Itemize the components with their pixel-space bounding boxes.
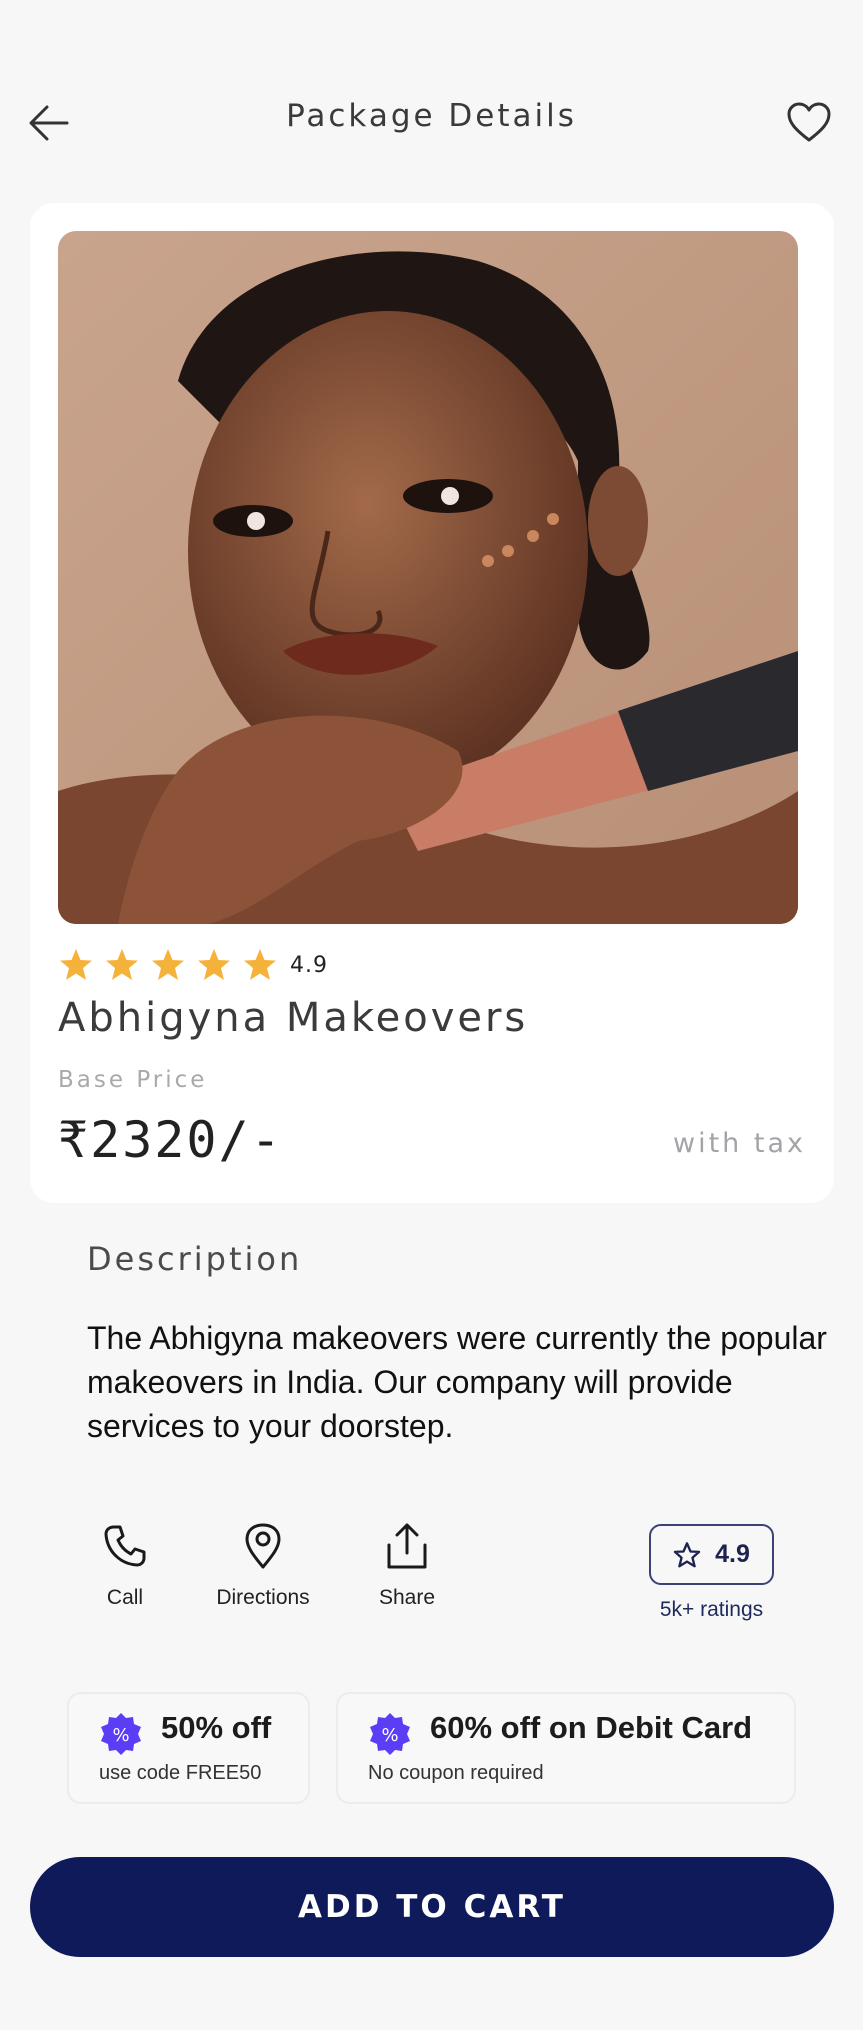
call-label: Call [106, 1586, 144, 1609]
star-icon [198, 949, 230, 980]
quick-actions: Call Directions Share [60, 1520, 460, 1640]
call-button[interactable]: Call [60, 1520, 190, 1610]
product-price: ₹2320/- [58, 1111, 283, 1169]
star-icon [152, 949, 184, 980]
product-name: Abhigyna Makeovers [58, 995, 529, 1041]
star-icon [60, 949, 92, 980]
description-text: The Abhigyna makeovers were currently th… [87, 1320, 827, 1444]
ratings-count: 5k+ ratings [659, 1598, 764, 1621]
discount-badge-icon: % [370, 1713, 410, 1755]
share-icon [387, 1523, 427, 1569]
product-card: 4.9 Abhigyna Makeovers Base Price ₹2320/… [30, 203, 834, 1203]
offer-card-coupon[interactable]: % 50% off use code FREE50 [67, 1692, 310, 1804]
discount-badge-icon: % [101, 1713, 141, 1755]
heart-icon [787, 102, 831, 142]
model-portrait-image [58, 231, 798, 924]
star-icon [106, 949, 138, 980]
star-rating: 4.9 [58, 943, 328, 987]
favorite-button[interactable] [781, 94, 837, 150]
offer-subtitle: use code FREE50 [99, 1762, 262, 1784]
rating-value: 4.9 [290, 952, 328, 978]
offer-subtitle: No coupon required [368, 1762, 544, 1784]
directions-button[interactable]: Directions [198, 1520, 328, 1610]
offer-card-debit[interactable]: % 60% off on Debit Card No coupon requir… [336, 1692, 796, 1804]
description-heading: Description [87, 1240, 303, 1278]
offer-title: 60% off on Debit Card [430, 1710, 753, 1745]
map-pin-icon [245, 1523, 281, 1569]
tax-note: with tax [673, 1128, 806, 1159]
page-title: Package Details [286, 98, 577, 134]
svg-text:%: % [112, 1725, 129, 1746]
app-header: Package Details [0, 80, 863, 160]
base-price-label: Base Price [58, 1067, 208, 1093]
star-icon [244, 949, 276, 980]
add-to-cart-button[interactable]: ADD TO CART [30, 1857, 834, 1957]
rating-pill[interactable]: 4.9 [649, 1524, 774, 1585]
offer-title: 50% off [161, 1710, 272, 1745]
product-image[interactable] [58, 231, 798, 924]
share-label: Share [378, 1586, 436, 1609]
star-outline-icon [673, 1541, 701, 1567]
phone-icon [104, 1525, 146, 1567]
rating-pill-value: 4.9 [715, 1540, 750, 1568]
svg-text:%: % [381, 1725, 398, 1746]
share-button[interactable]: Share [342, 1520, 472, 1610]
directions-label: Directions [216, 1586, 310, 1609]
